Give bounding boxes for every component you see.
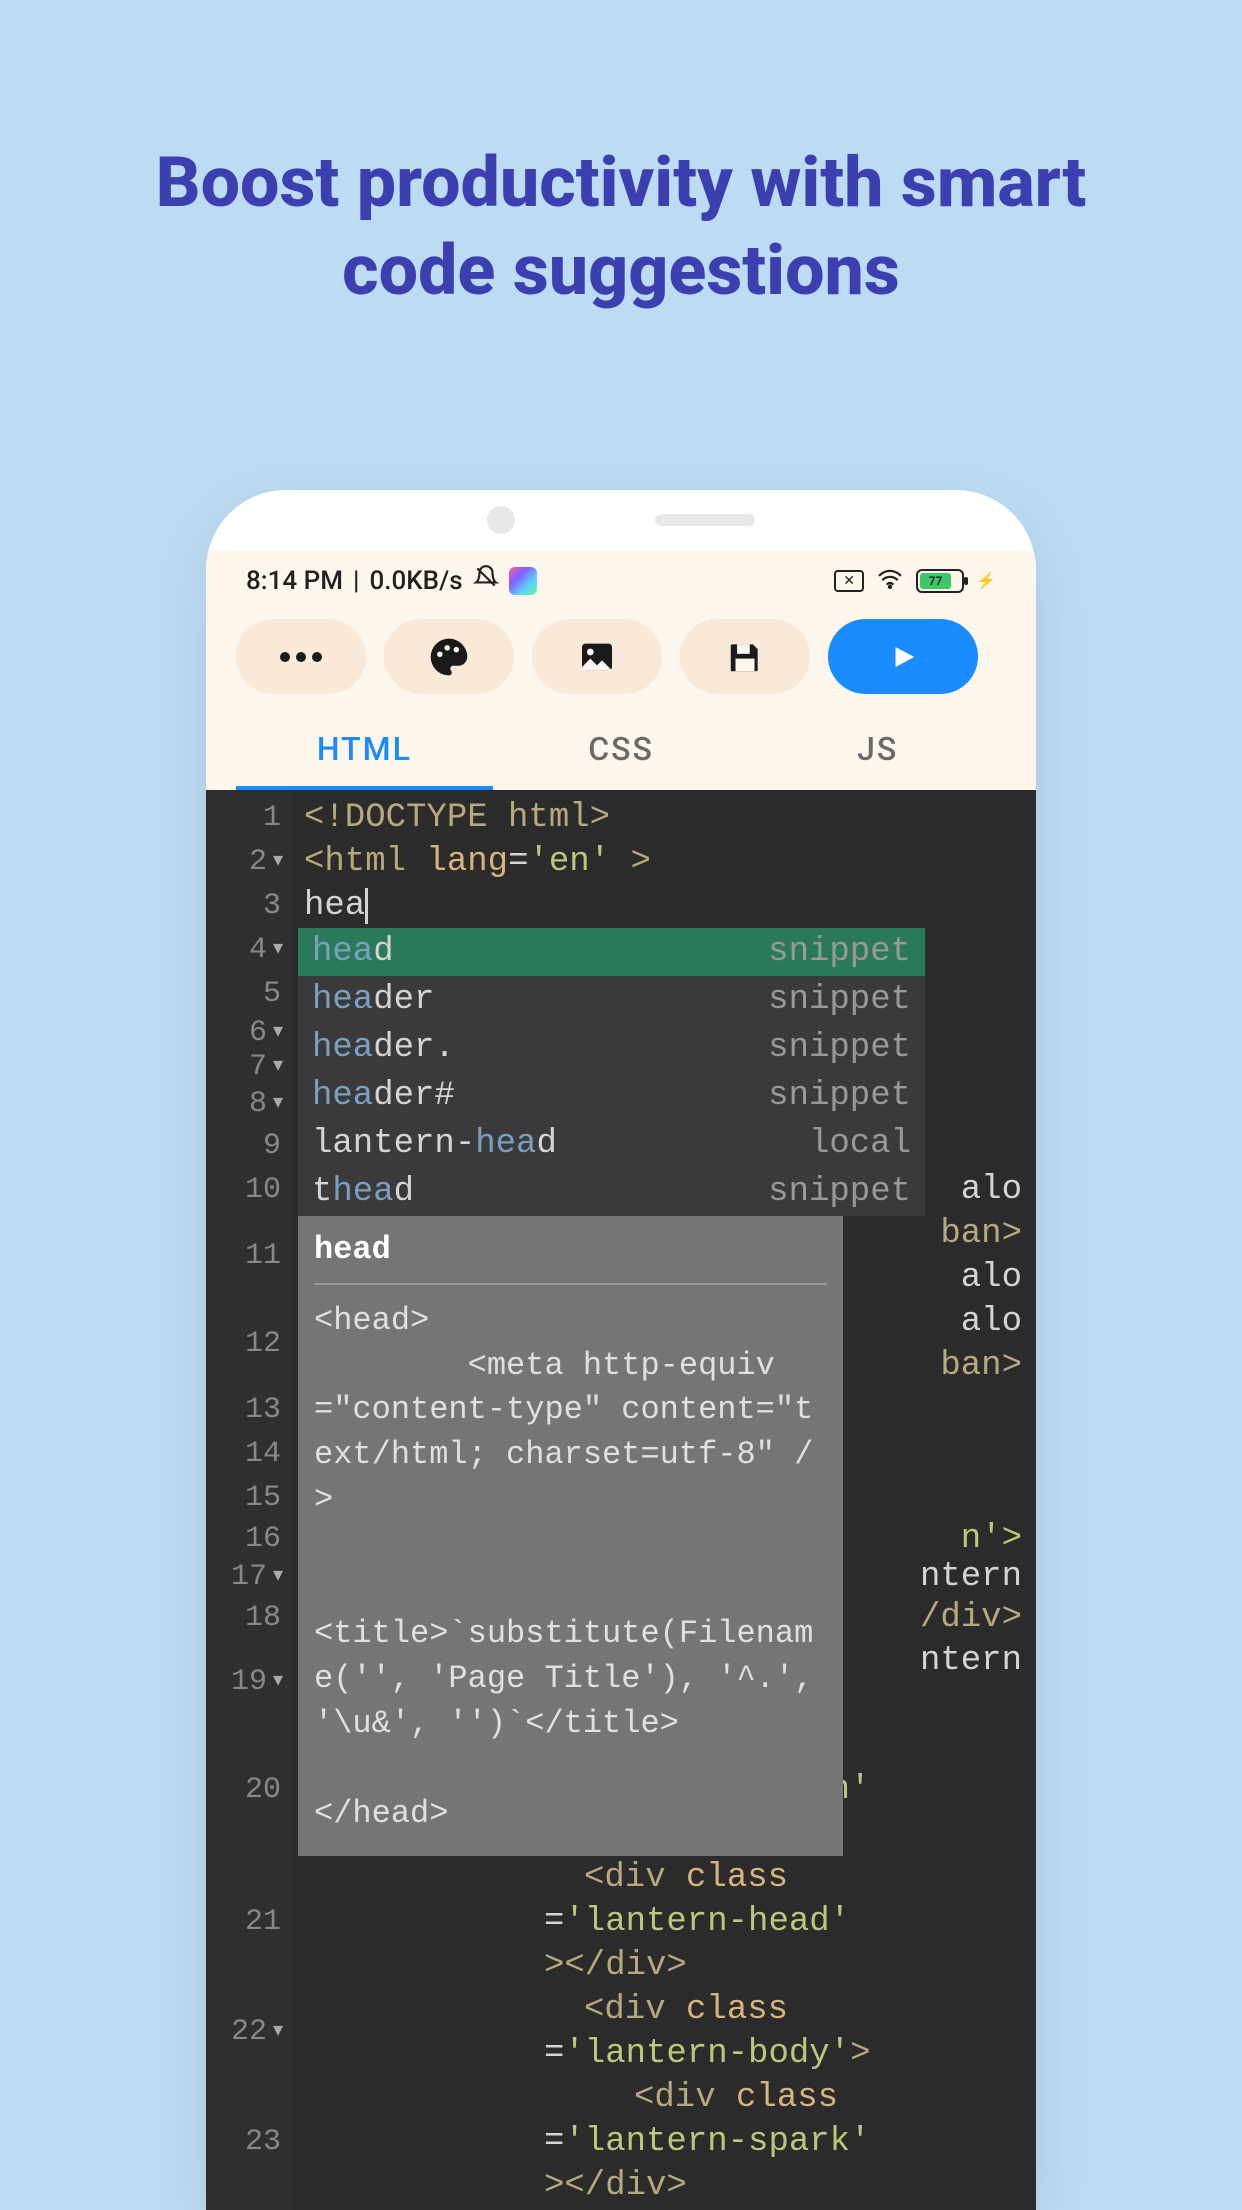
documentation-popup: head <head> <meta http-equiv="content-ty…	[298, 1216, 843, 1856]
speaker-slot	[655, 514, 755, 526]
phone-screen: 8:14 PM | 0.0KB/s ✕ 77 ⚡	[206, 550, 1036, 2210]
doc-title: head	[314, 1228, 827, 1285]
autocomplete-popup[interactable]: head snippet header snippet header. snip…	[298, 928, 925, 1216]
tabs: HTML CSS JS	[206, 712, 1036, 790]
battery-icon: 77	[916, 569, 964, 593]
app-icon	[509, 567, 537, 595]
autocomplete-item[interactable]: thead snippet	[298, 1168, 925, 1216]
save-button[interactable]	[680, 619, 810, 694]
tab-js[interactable]: JS	[749, 712, 1006, 790]
doc-body: <head> <meta http-equiv="content-type" c…	[314, 1299, 827, 1837]
bell-off-icon	[473, 564, 499, 597]
status-time: 8:14 PM	[246, 566, 343, 596]
code-editor[interactable]: 1 2▾ 3 ✕4▾ 5 6▾ 7▾ 8▾ 9 10 11 12 13 14 1…	[206, 790, 1036, 2210]
camera-dot	[487, 506, 515, 534]
marketing-heading: Boost productivity with smart code sugge…	[0, 0, 1242, 315]
status-bar: 8:14 PM | 0.0KB/s ✕ 77 ⚡	[206, 550, 1036, 607]
run-button[interactable]	[828, 619, 978, 694]
status-sep: |	[353, 566, 359, 596]
signal-icon: ✕	[834, 570, 864, 592]
line-gutter: 1 2▾ 3 ✕4▾ 5 6▾ 7▾ 8▾ 9 10 11 12 13 14 1…	[206, 790, 291, 2210]
phone-notch	[206, 490, 1036, 550]
autocomplete-item[interactable]: head snippet	[298, 928, 925, 976]
autocomplete-item[interactable]: header. snippet	[298, 1024, 925, 1072]
toolbar	[206, 607, 1036, 712]
status-net-speed: 0.0KB/s	[369, 566, 462, 596]
autocomplete-item[interactable]: lantern-head local	[298, 1120, 925, 1168]
tab-css[interactable]: CSS	[493, 712, 750, 790]
autocomplete-item[interactable]: header# snippet	[298, 1072, 925, 1120]
phone-frame: 8:14 PM | 0.0KB/s ✕ 77 ⚡	[206, 490, 1036, 2210]
more-button[interactable]	[236, 619, 366, 694]
autocomplete-item[interactable]: header snippet	[298, 976, 925, 1024]
wifi-icon	[876, 566, 904, 596]
image-button[interactable]	[532, 619, 662, 694]
charging-icon: ⚡	[976, 571, 996, 590]
theme-button[interactable]	[384, 619, 514, 694]
tab-html[interactable]: HTML	[236, 712, 493, 790]
text-cursor	[365, 888, 368, 924]
